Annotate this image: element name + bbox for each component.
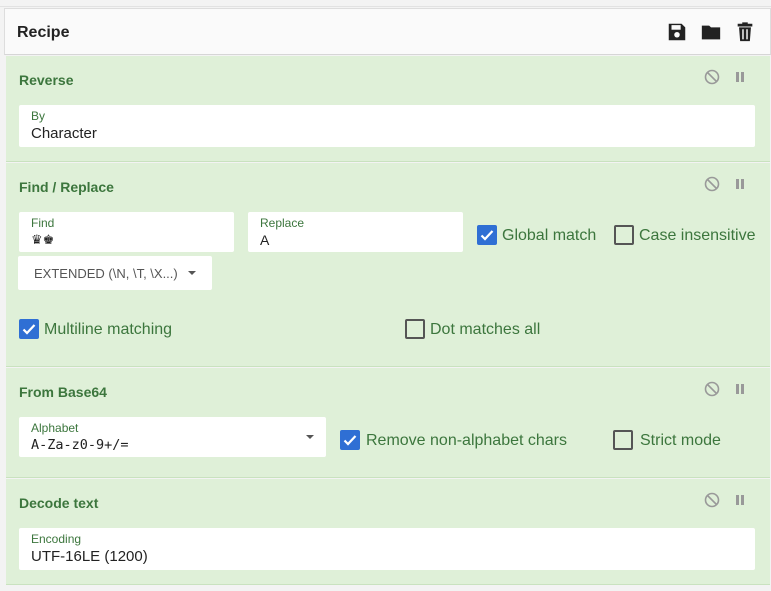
trash-icon[interactable] <box>734 21 756 43</box>
pause-icon[interactable] <box>732 492 748 508</box>
field-value: A <box>260 232 270 248</box>
strict-mode-label: Strict mode <box>640 432 721 449</box>
multiline-checkbox[interactable] <box>19 319 39 339</box>
caret-down-icon <box>306 435 314 439</box>
recipe-pane: Recipe Reverse By Character Find / Repla… <box>0 0 771 591</box>
dot-matches-all-label: Dot matches all <box>430 321 541 338</box>
strict-mode-checkbox[interactable] <box>613 430 633 450</box>
check-icon <box>343 435 357 446</box>
pause-icon[interactable] <box>732 69 748 85</box>
by-field[interactable]: By Character <box>19 105 755 147</box>
multiline-label: Multiline matching <box>44 321 173 338</box>
field-value: UTF-16LE (1200) <box>31 548 148 565</box>
field-value: ♛♚ <box>31 233 55 248</box>
disable-icon[interactable] <box>704 69 720 85</box>
disable-icon[interactable] <box>704 176 720 192</box>
encoding-select[interactable]: Encoding UTF-16LE (1200) <box>19 528 755 570</box>
dot-matches-all-checkbox[interactable] <box>405 319 425 339</box>
field-label: Replace <box>260 216 305 230</box>
field-label: Encoding <box>31 532 82 546</box>
op-title: Reverse <box>19 72 74 88</box>
remove-nonalpha-label: Remove non-alphabet chars <box>366 432 568 449</box>
top-strip <box>0 0 771 7</box>
disable-icon[interactable] <box>704 492 720 508</box>
check-icon <box>22 324 36 335</box>
op-decode-text: Decode text Encoding UTF-16LE (1200) <box>6 479 770 585</box>
case-insensitive-label: Case insensitive <box>639 227 756 244</box>
find-field[interactable]: Find ♛♚ <box>19 212 234 252</box>
op-find-replace: Find / Replace Find ♛♚ Replace A Global … <box>6 163 770 367</box>
dropdown-value: EXTENDED (\N, \T, \X...) <box>34 266 178 281</box>
op-title: From Base64 <box>19 384 107 400</box>
field-value: A-Za-z0-9+/= <box>31 437 129 453</box>
recipe-header: Recipe <box>4 8 771 55</box>
replace-field[interactable]: Replace A <box>248 212 463 252</box>
folder-icon[interactable] <box>700 21 722 43</box>
field-label: By <box>31 109 46 123</box>
op-title: Find / Replace <box>19 179 114 195</box>
field-label: Find <box>31 216 55 230</box>
field-label: Alphabet <box>31 421 79 435</box>
op-from-base64: From Base64 Alphabet A-Za-z0-9+/= Remove… <box>6 368 770 478</box>
remove-nonalpha-checkbox[interactable] <box>340 430 360 450</box>
op-title: Decode text <box>19 495 99 511</box>
global-match-checkbox[interactable] <box>477 225 497 245</box>
caret-down-icon <box>188 271 196 275</box>
recipe-title: Recipe <box>17 24 70 41</box>
case-insensitive-checkbox[interactable] <box>614 225 634 245</box>
pause-icon[interactable] <box>732 381 748 397</box>
alphabet-select[interactable]: Alphabet A-Za-z0-9+/= <box>19 417 326 457</box>
save-icon[interactable] <box>666 21 688 43</box>
pause-icon[interactable] <box>732 176 748 192</box>
find-mode-dropdown[interactable]: EXTENDED (\N, \T, \X...) <box>18 256 212 290</box>
disable-icon[interactable] <box>704 381 720 397</box>
global-match-label: Global match <box>502 227 597 244</box>
check-icon <box>480 230 494 241</box>
field-value: Character <box>31 125 97 142</box>
op-reverse: Reverse By Character <box>6 56 770 162</box>
